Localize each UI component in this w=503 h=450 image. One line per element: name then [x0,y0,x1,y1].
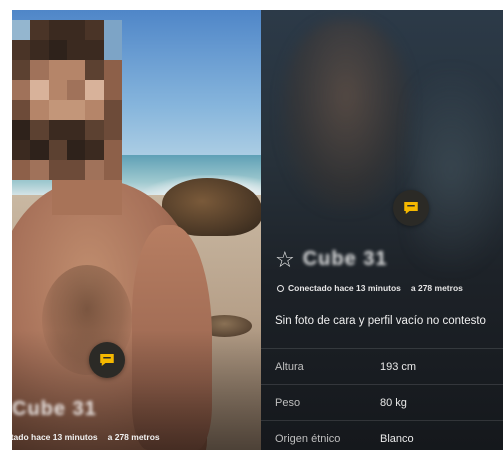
status-dot-icon [277,284,284,292]
chat-button[interactable] [393,190,429,226]
profile-name: Cube 31 [12,398,97,420]
pixelated-face [12,20,122,180]
online-status: ctado hace 13 minutos a 278 metros [12,432,160,442]
distance-text: a 278 metros [410,283,463,293]
stat-label: Peso [275,397,301,409]
stat-value: Blanco [380,433,414,445]
last-seen-text: ctado hace 13 minutos [12,432,98,442]
stat-row-weight: Peso 80 kg [275,393,503,413]
chat-bubble-icon [404,202,418,214]
chat-bubble-icon [100,354,114,366]
stat-row-height: Altura 193 cm [275,357,503,377]
blurred-photo-background [281,20,411,210]
chat-button[interactable] [89,342,125,378]
blurred-photo-background [411,70,503,270]
divider [261,420,503,421]
profile-header: ☆ Cube 31 [275,248,388,271]
stat-value: 80 kg [380,397,407,409]
divider [261,384,503,385]
stat-value: 193 cm [380,361,417,373]
profile-bio: Sin foto de cara y perfil vacío no conte… [275,315,486,327]
distance-text: a 278 metros [107,432,160,442]
profile-photo-panel[interactable]: Cube 31 ctado hace 13 minutos a 278 metro… [12,10,261,450]
profile-detail-panel: ☆ Cube 31 Conectado hace 13 minutos a 27… [261,10,503,450]
profile-comparison: Cube 31 ctado hace 13 minutos a 278 metro… [12,10,503,450]
online-status: Conectado hace 13 minutos a 278 metros [277,283,463,293]
star-outline-icon[interactable]: ☆ [275,248,295,271]
stat-row-ethnicity: Origen étnico Blanco [275,429,503,449]
last-seen-text: Conectado hace 13 minutos [288,283,401,293]
stat-label: Origen étnico [275,433,341,445]
stat-label: Altura [275,361,304,373]
divider [261,348,503,349]
profile-name: Cube 31 [302,248,388,270]
